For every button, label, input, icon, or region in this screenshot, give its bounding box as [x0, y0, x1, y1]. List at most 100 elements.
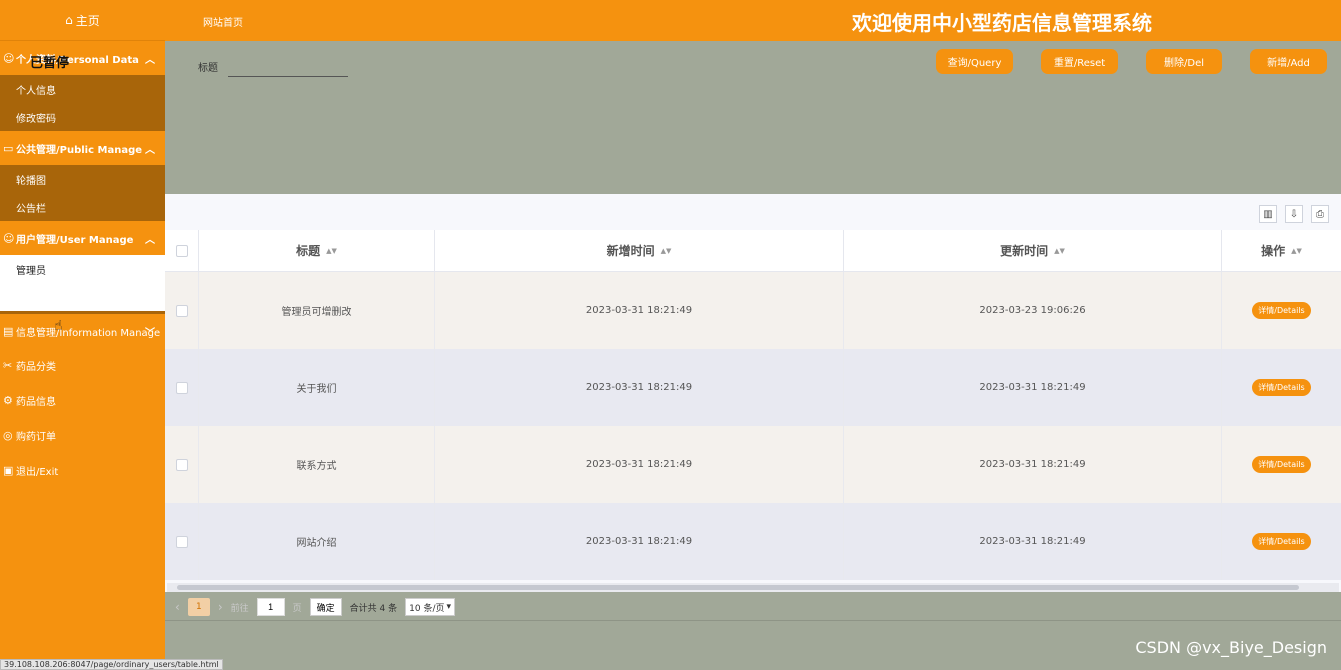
sidebar-item-orders[interactable]: ◎ 购药订单: [0, 418, 165, 453]
submenu-users: 管理员: [0, 255, 165, 314]
menu-users[interactable]: ☺ 用户管理/User Manage ︿: [0, 221, 165, 255]
document-icon: ▤: [3, 324, 14, 338]
cell-created: 2023-03-31 18:21:49: [435, 272, 844, 349]
cell-title: 联系方式: [199, 426, 435, 503]
menu-public-label: 公共管理/Public Manage: [16, 144, 143, 156]
goto-page-input[interactable]: [256, 598, 285, 616]
sidebar-item-carousel[interactable]: 轮播图: [0, 165, 165, 193]
title-search-input[interactable]: [228, 57, 348, 77]
row-checkbox[interactable]: [175, 381, 188, 394]
sidebar-item-exit[interactable]: ▣ 退出/Exit: [0, 453, 165, 488]
sidebar-item-admin[interactable]: 管理员: [0, 255, 165, 283]
column-header-title[interactable]: 标题 ▲▼: [199, 230, 435, 271]
select-all-checkbox[interactable]: [175, 244, 188, 257]
scrollbar-thumb[interactable]: [177, 585, 1299, 590]
page-title: 欢迎使用中小型药店信息管理系统: [852, 11, 1152, 35]
chevron-up-icon: ︿: [145, 145, 155, 156]
row-checkbox[interactable]: [175, 535, 188, 548]
details-button[interactable]: 详情/Details: [1252, 456, 1311, 473]
status-url: 39.108.108.206:8047/page/ordinary_users/…: [0, 659, 223, 670]
table-header: 标题 ▲▼ 新增时间 ▲▼ 更新时间 ▲▼ 操作 ▲▼: [165, 230, 1341, 272]
table-toolbar: ▥ ⇩ ⎙: [1259, 205, 1329, 223]
sidebar: ⌂ 主页 ☺ 个人资料/Personal Data ︿ 个人信息 修改密码 ▭ …: [0, 0, 165, 670]
goto-label: 前往: [230, 603, 249, 614]
paused-overlay: 已暂停: [30, 56, 70, 71]
home-icon: ⌂: [65, 13, 73, 27]
exit-icon: ▣: [3, 464, 14, 477]
monitor-icon: ▭: [3, 141, 14, 155]
row-checkbox[interactable]: [175, 458, 188, 471]
row-checkbox[interactable]: [175, 304, 188, 317]
submenu-blank: [0, 283, 165, 311]
divider: [165, 620, 1341, 621]
next-page-icon[interactable]: ›: [218, 600, 223, 614]
cell-created: 2023-03-31 18:21:49: [435, 426, 844, 503]
sidebar-item-drug-info[interactable]: ⚙ 药品信息: [0, 383, 165, 418]
cell-created: 2023-03-31 18:21:49: [435, 503, 844, 580]
delete-button[interactable]: 删除/Del: [1146, 49, 1222, 74]
home-link[interactable]: ⌂ 主页: [0, 0, 165, 41]
chevron-up-icon: ︿: [145, 55, 155, 66]
sidebar-item-label: 药品分类: [16, 362, 56, 373]
column-header-actions: 操作 ▲▼: [1261, 244, 1302, 258]
print-icon[interactable]: ⎙: [1311, 205, 1329, 223]
gear-icon: ⚙: [3, 394, 13, 407]
cell-title: 网站介绍: [199, 503, 435, 580]
goto-confirm-button[interactable]: 确定: [309, 598, 342, 616]
menu-personal[interactable]: ☺ 个人资料/Personal Data ︿: [0, 41, 165, 75]
user-icon: ☺: [3, 51, 15, 65]
query-button[interactable]: 查询/Query: [936, 49, 1013, 74]
reset-button[interactable]: 重置/Reset: [1041, 49, 1118, 74]
category-icon: ✂: [3, 359, 13, 372]
table-row: 网站介绍 2023-03-31 18:21:49 2023-03-31 18:2…: [165, 503, 1341, 580]
sidebar-item-notice[interactable]: 公告栏: [0, 193, 165, 221]
goto-suffix: 页: [292, 603, 302, 614]
cell-updated: 2023-03-31 18:21:49: [844, 349, 1222, 426]
total-count: 合计共 4 条: [349, 603, 398, 614]
columns-icon[interactable]: ▥: [1259, 205, 1277, 223]
details-button[interactable]: 详情/Details: [1252, 302, 1311, 319]
table-row: 管理员可增删改 2023-03-31 18:21:49 2023-03-23 1…: [165, 272, 1341, 349]
cell-title: 管理员可增删改: [199, 272, 435, 349]
column-header-created[interactable]: 新增时间 ▲▼: [435, 230, 844, 271]
page-number-current[interactable]: 1: [187, 598, 210, 616]
sort-icon[interactable]: ▲▼: [1054, 247, 1065, 255]
sort-icon[interactable]: ▲▼: [1291, 247, 1302, 255]
menu-info[interactable]: ▤ 信息管理/Information Manage ﹀: [0, 314, 165, 348]
sidebar-item-change-password[interactable]: 修改密码: [0, 103, 165, 131]
menu-public[interactable]: ▭ 公共管理/Public Manage ︿: [0, 131, 165, 165]
details-button[interactable]: 详情/Details: [1252, 533, 1311, 550]
sort-icon[interactable]: ▲▼: [661, 247, 672, 255]
breadcrumb[interactable]: 网站首页: [203, 14, 243, 29]
cell-title: 关于我们: [199, 349, 435, 426]
prev-page-icon[interactable]: ‹: [175, 600, 180, 614]
sidebar-item-label: 药品信息: [16, 397, 56, 408]
details-button[interactable]: 详情/Details: [1252, 379, 1311, 396]
cell-updated: 2023-03-31 18:21:49: [844, 426, 1222, 503]
sidebar-item-label: 退出/Exit: [16, 467, 59, 478]
menu-info-label: 信息管理/Information Manage: [16, 327, 161, 339]
select-all-cell: [165, 230, 199, 271]
cell-updated: 2023-03-31 18:21:49: [844, 503, 1222, 580]
chevron-up-icon: ︿: [145, 235, 155, 246]
user-icon: ☺: [3, 231, 15, 245]
cell-updated: 2023-03-23 19:06:26: [844, 272, 1222, 349]
sidebar-item-label: 购药订单: [16, 432, 56, 443]
topbar: 网站首页 欢迎使用中小型药店信息管理系统: [165, 0, 1341, 41]
add-button[interactable]: 新增/Add: [1250, 49, 1327, 74]
export-icon[interactable]: ⇩: [1285, 205, 1303, 223]
watermark: CSDN @vx_Biye_Design: [1135, 638, 1327, 657]
cell-created: 2023-03-31 18:21:49: [435, 349, 844, 426]
settings-icon: ◎: [3, 429, 13, 442]
menu-users-label: 用户管理/User Manage: [16, 234, 134, 246]
column-header-updated[interactable]: 更新时间 ▲▼: [844, 230, 1222, 271]
chevron-down-icon: ▾: [446, 602, 452, 612]
table-row: 关于我们 2023-03-31 18:21:49 2023-03-31 18:2…: [165, 349, 1341, 426]
page-size-select[interactable]: 10 条/页 ▾: [405, 598, 456, 616]
chevron-down-icon: ﹀: [145, 328, 155, 339]
sort-icon[interactable]: ▲▼: [326, 247, 337, 255]
sidebar-item-personal-info[interactable]: 个人信息: [0, 75, 165, 103]
submenu-personal: 个人信息 修改密码: [0, 75, 165, 131]
horizontal-scrollbar[interactable]: [167, 583, 1339, 592]
sidebar-item-drug-category[interactable]: ✂ 药品分类: [0, 348, 165, 383]
